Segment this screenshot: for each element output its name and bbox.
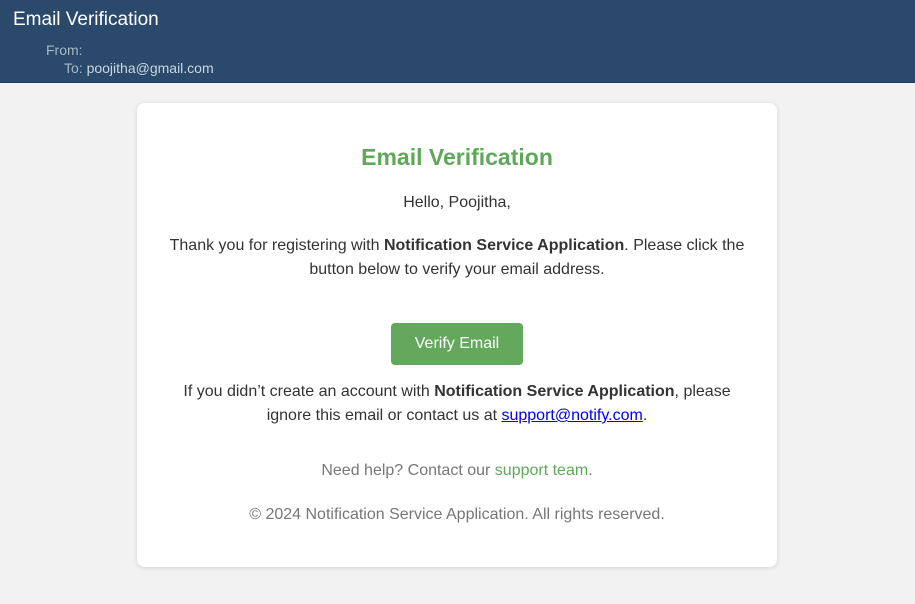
verify-email-button[interactable]: Verify Email <box>391 323 523 365</box>
to-value: poojitha@gmail.com <box>86 60 214 76</box>
email-body-card: Email Verification Hello, Poojitha, Than… <box>137 103 777 567</box>
support-team-link[interactable]: support team <box>495 462 588 479</box>
to-label: To: <box>64 60 83 76</box>
support-email-link[interactable]: support@notify.com <box>501 407 642 424</box>
p1-text-before: Thank you for registering with <box>169 237 384 254</box>
copyright-footer: © 2024 Notification Service Application.… <box>249 506 665 523</box>
p2-text-after: . <box>642 407 648 424</box>
email-to-line: To: poojitha@gmail.com <box>64 60 214 76</box>
email-heading: Email Verification <box>361 144 553 170</box>
p2-text-before: If you didn’t create an account with <box>183 383 435 400</box>
from-label: From: <box>46 42 83 58</box>
registration-paragraph: Thank you for registering with Notificat… <box>159 234 755 282</box>
ignore-paragraph: If you didn’t create an account with Not… <box>159 380 755 428</box>
help-text-before: Need help? Contact our <box>321 462 495 479</box>
app-name-2: Notification Service Application <box>434 383 675 400</box>
help-text-after: . <box>588 462 593 479</box>
app-name: Notification Service Application <box>383 237 625 254</box>
email-from-line: From: <box>46 42 83 58</box>
email-greeting: Hello, Poojitha, <box>403 194 511 211</box>
email-subject-title: Email Verification <box>13 9 159 30</box>
email-header: Email Verification From: To: poojitha@gm… <box>0 0 915 83</box>
help-line: Need help? Contact our support team. <box>137 462 777 480</box>
